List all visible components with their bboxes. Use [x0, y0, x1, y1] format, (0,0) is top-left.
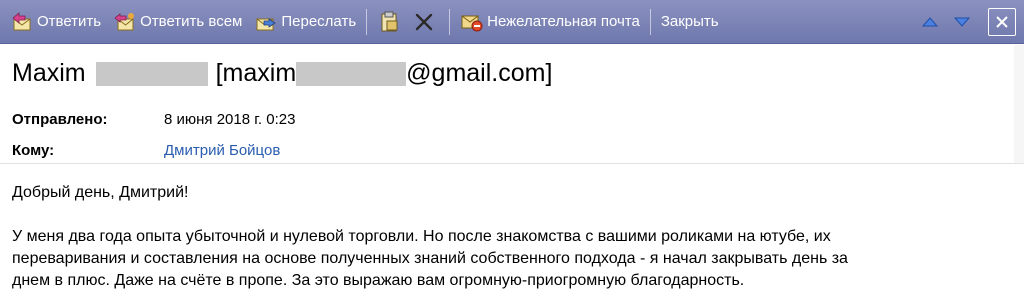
- sent-value: 8 июня 2018 г. 0:23: [164, 111, 296, 128]
- recipient-link[interactable]: Дмитрий Бойцов: [164, 142, 280, 159]
- body-line: днем в плюс. Даже на счёте в пропе. За э…: [12, 272, 745, 289]
- close-label: Закрыть: [660, 13, 719, 30]
- reply-label: Ответить: [37, 13, 102, 30]
- message-header: Maxim [maxim @gmail.com] Отправлено: 8 и…: [0, 45, 1024, 163]
- forward-icon: [254, 11, 278, 33]
- arrow-down-icon: [950, 11, 974, 33]
- toolbar: Ответить Ответить всем Переслать Нежелат…: [0, 0, 1024, 44]
- move-to-folder-icon: [377, 11, 401, 33]
- close-icon: [996, 16, 1008, 28]
- redacted-email: [296, 61, 407, 86]
- sent-label: Отправлено:: [12, 111, 108, 128]
- forward-button[interactable]: Переслать: [250, 0, 360, 43]
- sender-email-domain: @gmail.com]: [406, 59, 553, 87]
- close-window-button[interactable]: [988, 8, 1016, 36]
- delete-button[interactable]: [408, 0, 443, 43]
- toolbar-separator: [449, 8, 451, 35]
- sender-name: Maxim: [12, 59, 86, 87]
- message-body: Добрый день, Дмитрий! У меня два года оп…: [12, 182, 1012, 292]
- move-to-folder-button[interactable]: [373, 0, 408, 43]
- to-row: Кому: Дмитрий Бойцов: [12, 142, 280, 159]
- toolbar-separator: [366, 8, 368, 35]
- greeting-line: Добрый день, Дмитрий!: [12, 184, 189, 201]
- previous-message-button[interactable]: [914, 0, 949, 43]
- next-message-button[interactable]: [946, 0, 981, 43]
- close-button[interactable]: Закрыть: [657, 0, 723, 43]
- junk-mail-label: Нежелательная почта: [487, 13, 640, 30]
- sender-line: Maxim [maxim @gmail.com]: [12, 59, 552, 88]
- arrow-up-icon: [918, 11, 942, 33]
- header-scroll-gutter: [1014, 45, 1024, 163]
- to-label: Кому:: [12, 142, 55, 159]
- header-divider: [0, 163, 1024, 164]
- reply-icon: [10, 11, 34, 33]
- reply-all-icon: [113, 11, 137, 33]
- sent-row: Отправлено: 8 июня 2018 г. 0:23: [12, 111, 295, 128]
- sender-email-prefix: [maxim: [215, 59, 297, 87]
- reply-all-button[interactable]: Ответить всем: [109, 0, 246, 43]
- reply-button[interactable]: Ответить: [6, 0, 105, 43]
- forward-label: Переслать: [281, 13, 357, 30]
- body-line: переваривания и составления на основе по…: [12, 250, 848, 267]
- delete-icon: [412, 11, 436, 33]
- junk-mail-button[interactable]: Нежелательная почта: [456, 0, 644, 43]
- redacted-surname: [95, 61, 208, 86]
- toolbar-separator: [649, 8, 651, 35]
- junk-mail-icon: [460, 11, 484, 33]
- reply-all-label: Ответить всем: [140, 13, 243, 30]
- body-line: У меня два года опыта убыточной и нулево…: [12, 228, 831, 245]
